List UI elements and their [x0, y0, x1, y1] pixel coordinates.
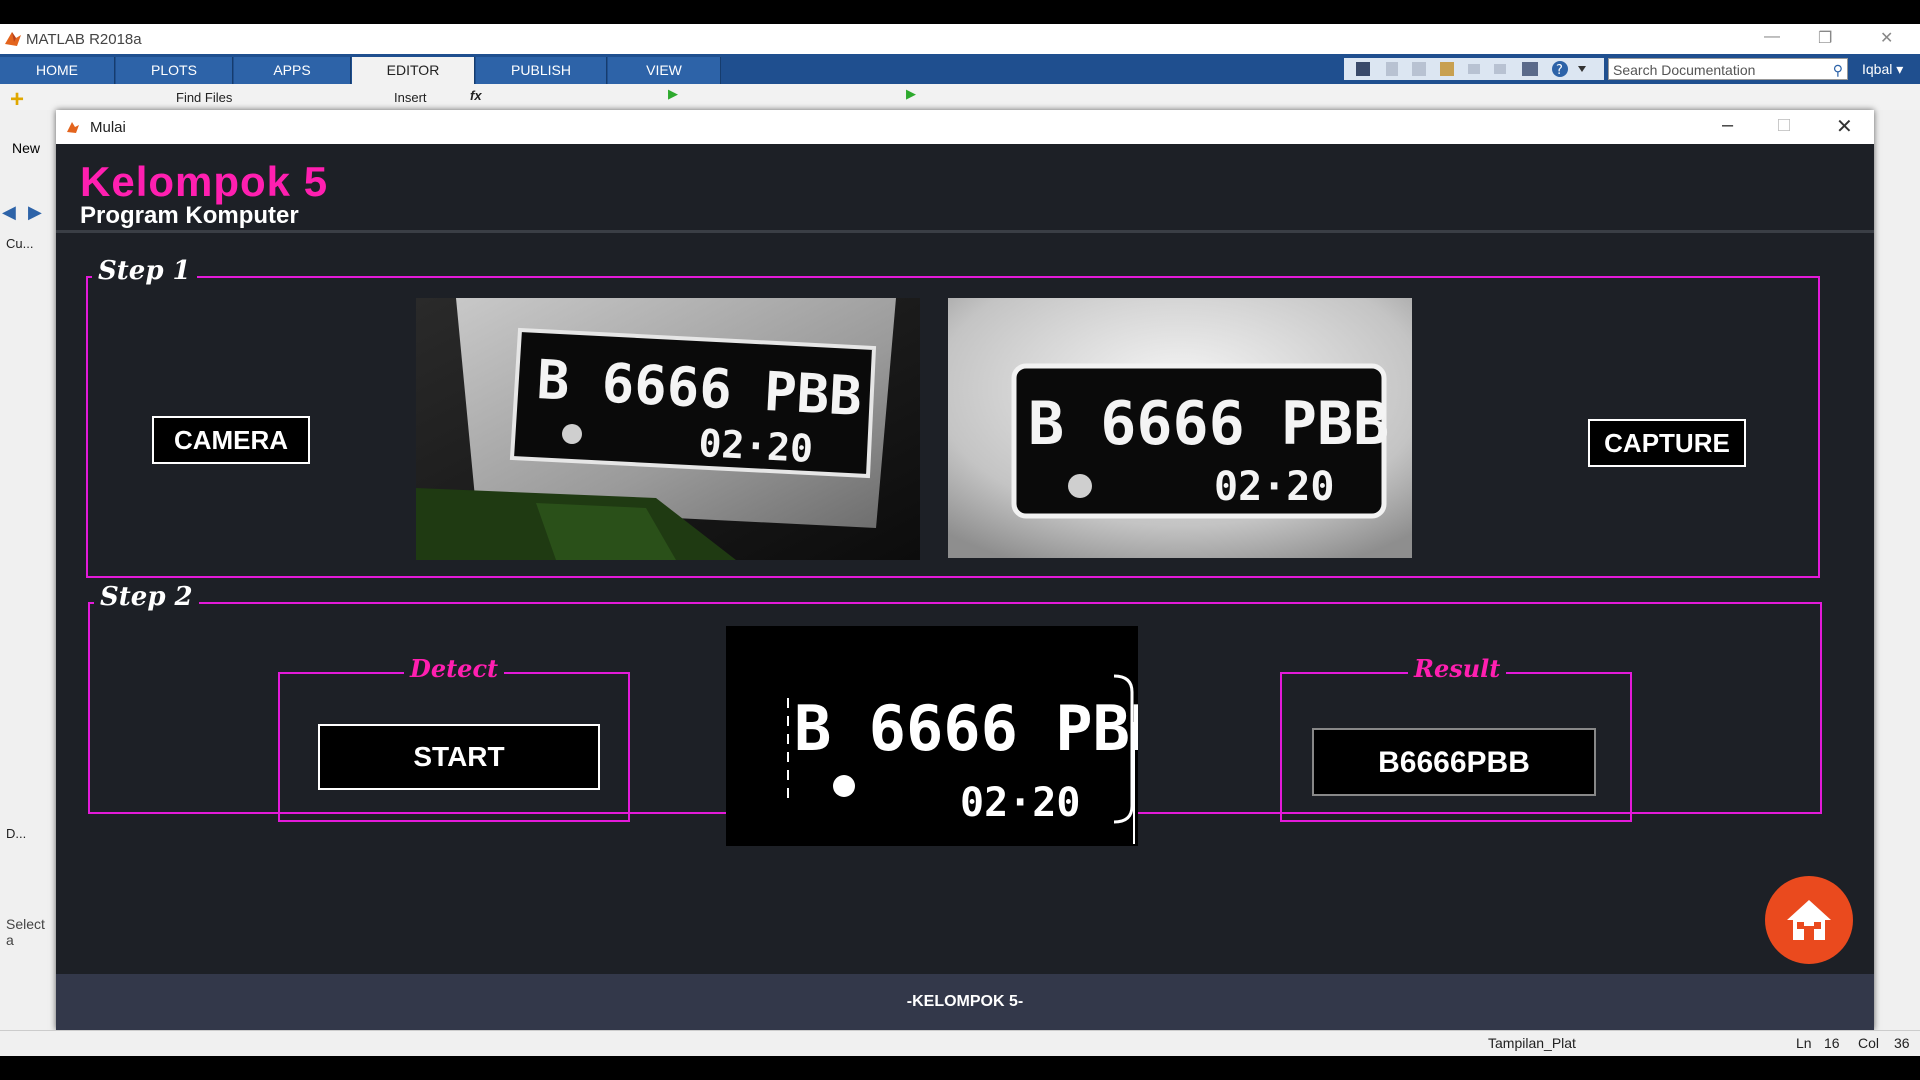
close-icon[interactable]: ✕	[1880, 28, 1893, 48]
run-icon[interactable]: ▶	[668, 86, 678, 102]
app-header: Kelompok 5 Program Komputer	[56, 144, 1874, 233]
status-ln-label: Ln	[1796, 1035, 1812, 1051]
figure-titlebar: Mulai – □ ✕	[56, 110, 1874, 144]
new-label[interactable]: New	[12, 140, 40, 156]
search-icon[interactable]: ⚲	[1833, 59, 1843, 81]
run-section-icon[interactable]: ▶	[906, 86, 916, 102]
quick-access-toolbar[interactable]: ?	[1344, 58, 1604, 80]
details-label[interactable]: D...	[6, 826, 26, 841]
camera-button[interactable]: CAMERA	[152, 416, 310, 464]
tab-editor[interactable]: EDITOR	[352, 57, 475, 84]
matlab-logo-icon	[5, 32, 21, 46]
binary-emblem-icon	[833, 775, 855, 797]
captured-image: B 6666 PBB 02·20	[948, 298, 1412, 558]
back-arrow-icon[interactable]: ◀	[2, 202, 16, 223]
figure-close-icon[interactable]: ✕	[1836, 114, 1853, 139]
step1-panel: Step 1 CAMERA CAPTURE B 6666 PBB 02·20 B…	[86, 256, 1820, 578]
matlab-right-panel	[1874, 110, 1920, 1030]
step2-panel: Step 2 Detect START B 6666 PBB 02·20 Res…	[88, 582, 1822, 846]
user-name: Iqbal	[1862, 61, 1893, 77]
tab-view[interactable]: VIEW	[608, 57, 721, 84]
figure-title: Mulai	[90, 119, 126, 136]
step2-label: Step 2	[94, 582, 199, 612]
home-icon	[1787, 900, 1831, 940]
capture-button[interactable]: CAPTURE	[1588, 419, 1746, 467]
insert-button[interactable]: Insert	[394, 90, 427, 105]
tab-publish[interactable]: PUBLISH	[476, 57, 607, 84]
plate-emblem-icon	[562, 424, 582, 444]
matlab-left-panel: New ◀ ▶ Cu... D... Select a	[0, 110, 57, 1030]
camera-plate-date: 02·20	[698, 421, 815, 471]
binary-plate-image: B 6666 PBB 02·20	[726, 626, 1138, 846]
result-label: Result	[1408, 654, 1507, 683]
svg-text:?: ?	[1556, 63, 1563, 78]
start-button[interactable]: START	[318, 724, 600, 790]
captured-emblem-icon	[1068, 474, 1092, 498]
matlab-tabstrip: HOME PLOTS APPS EDITOR PUBLISH VIEW ? Se…	[0, 54, 1920, 84]
figure-window: Mulai – □ ✕ Kelompok 5 Program Komputer …	[56, 110, 1874, 1030]
binary-plate-text: B 6666 PBB	[794, 692, 1138, 765]
forward-arrow-icon[interactable]: ▶	[28, 202, 42, 223]
matlab-statusbar: Tampilan_Plat Ln 16 Col 36	[0, 1030, 1920, 1057]
figure-minimize-icon[interactable]: –	[1722, 114, 1733, 137]
status-col: 36	[1894, 1035, 1910, 1051]
camera-preview-image: B 6666 PBB 02·20	[416, 298, 920, 560]
matlab-ribbon: + Find Files Insert fx ▶ ▶	[0, 84, 1920, 113]
tab-home[interactable]: HOME	[0, 57, 115, 84]
current-folder-label[interactable]: Cu...	[6, 236, 33, 251]
binary-plate-date: 02·20	[960, 780, 1080, 826]
restore-icon[interactable]: ❐	[1818, 28, 1832, 48]
fx-button[interactable]: fx	[470, 88, 482, 103]
brand-subtitle: Program Komputer	[80, 202, 299, 229]
detect-panel: Detect START	[278, 654, 630, 822]
letterbox-top	[0, 0, 1920, 24]
user-menu[interactable]: Iqbal ▾	[1862, 58, 1903, 80]
letterbox-bottom	[0, 1056, 1920, 1080]
figure-maximize-icon[interactable]: □	[1778, 114, 1790, 137]
minimize-icon[interactable]: —	[1764, 28, 1780, 46]
captured-plate-text: B 6666 PBB	[1028, 389, 1389, 459]
select-hint: Select a	[6, 916, 45, 948]
captured-plate-date: 02·20	[1214, 464, 1334, 510]
footer-text: -KELOMPOK 5-	[906, 993, 1024, 1010]
search-placeholder: Search Documentation	[1613, 62, 1756, 78]
result-panel: Result B6666PBB	[1280, 654, 1632, 822]
search-documentation-input[interactable]: Search Documentation ⚲	[1608, 58, 1848, 80]
step1-label: Step 1	[92, 256, 197, 286]
figure-matlab-icon	[67, 122, 79, 133]
home-button[interactable]	[1765, 876, 1853, 964]
result-value: B6666PBB	[1312, 728, 1596, 796]
matlab-titlebar: MATLAB R2018a — ❐ ✕	[0, 24, 1920, 54]
tab-apps[interactable]: APPS	[234, 57, 351, 84]
tab-plots[interactable]: PLOTS	[116, 57, 233, 84]
status-col-label: Col	[1858, 1035, 1880, 1051]
detect-label: Detect	[404, 654, 505, 683]
matlab-app-title: MATLAB R2018a	[26, 31, 142, 48]
app-footer: -KELOMPOK 5-	[56, 974, 1874, 1030]
status-file: Tampilan_Plat	[1488, 1035, 1576, 1051]
brand-title: Kelompok 5	[80, 158, 329, 205]
status-ln: 16	[1824, 1035, 1840, 1051]
find-files-button[interactable]: Find Files	[176, 90, 232, 105]
